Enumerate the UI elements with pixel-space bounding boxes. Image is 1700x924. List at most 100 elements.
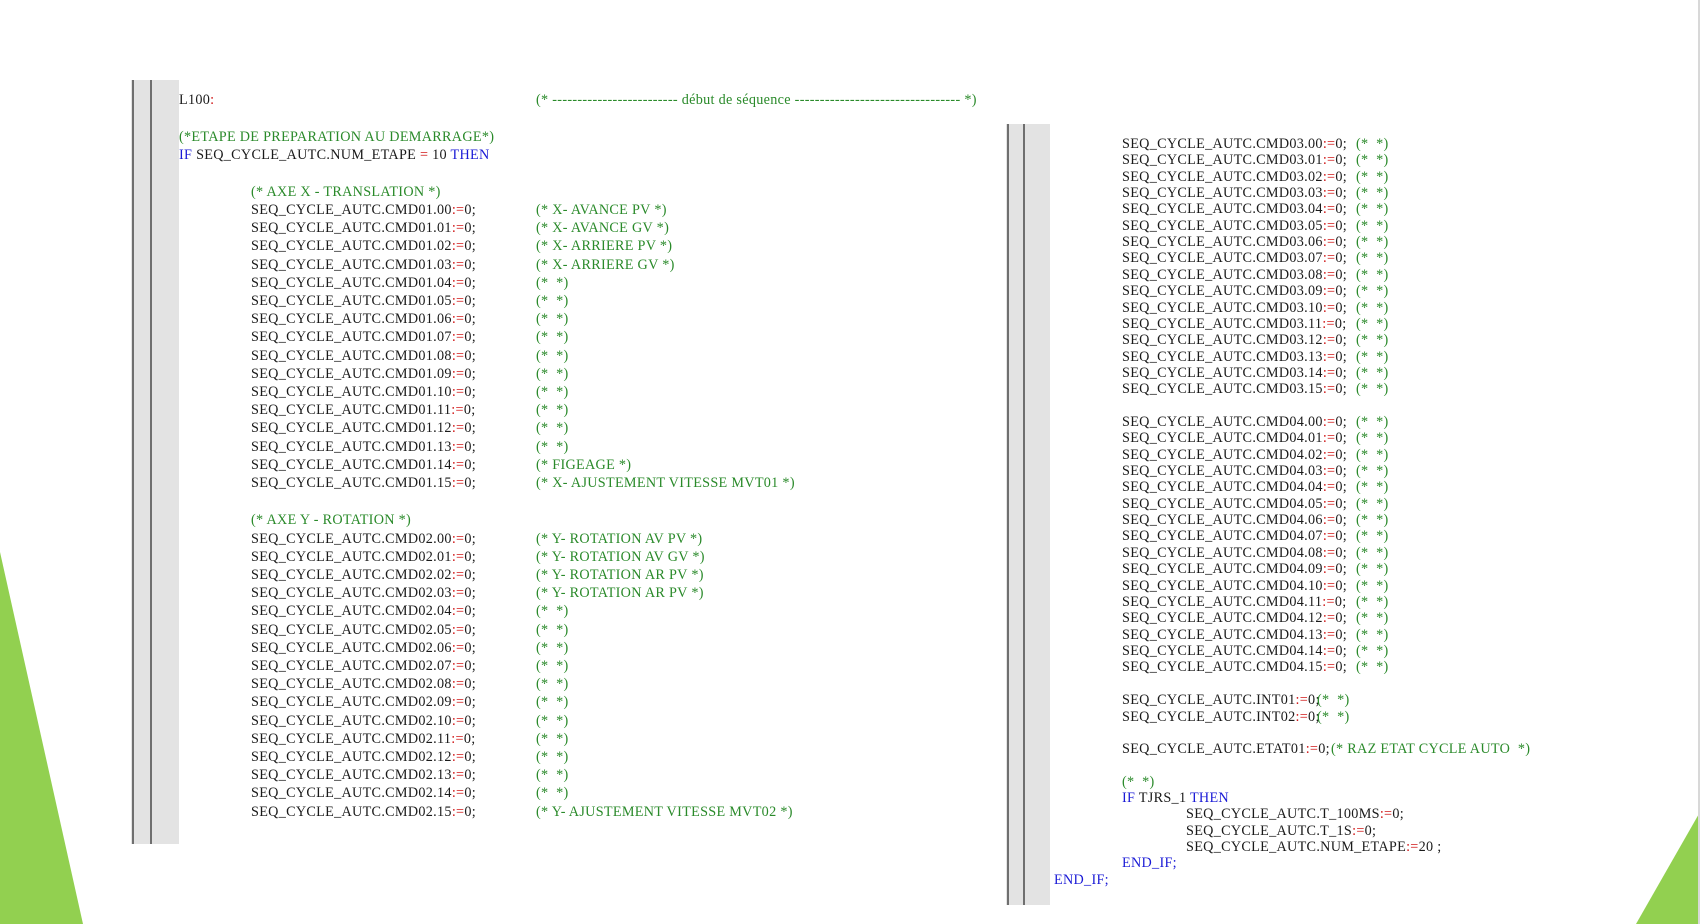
right-code-line[interactable]: SEQ_CYCLE_AUTC.CMD04.03:=0; (* *) — [1122, 463, 1388, 480]
left-code-line[interactable]: SEQ_CYCLE_AUTC.CMD01.10:=0; (* *) — [251, 384, 568, 401]
left-code-line[interactable]: SEQ_CYCLE_AUTC.CMD02.13:=0; (* *) — [251, 767, 568, 784]
comment-token: (* FIGEAGE *) — [536, 457, 632, 473]
right-code-line[interactable]: SEQ_CYCLE_AUTC.CMD03.04:=0; (* *) — [1122, 201, 1388, 218]
right-code-line[interactable]: SEQ_CYCLE_AUTC.CMD04.05:=0; (* *) — [1122, 496, 1388, 513]
right-code-line[interactable]: SEQ_CYCLE_AUTC.CMD03.09:=0; (* *) — [1122, 283, 1388, 300]
right-code-line[interactable]: SEQ_CYCLE_AUTC.CMD03.07:=0; (* *) — [1122, 250, 1388, 267]
left-code-line[interactable]: SEQ_CYCLE_AUTC.CMD02.03:=0; (* Y- ROTATIO… — [251, 585, 703, 602]
right-code-line[interactable]: SEQ_CYCLE_AUTC.CMD04.10:=0; (* *) — [1122, 578, 1388, 595]
left-code-line[interactable]: SEQ_CYCLE_AUTC.CMD01.12:=0; (* *) — [251, 420, 568, 437]
left-code-line[interactable]: SEQ_CYCLE_AUTC.CMD01.08:=0; (* *) — [251, 348, 568, 365]
left-code-line[interactable]: SEQ_CYCLE_AUTC.CMD01.11:=0; (* *) — [251, 402, 568, 419]
right-code-line[interactable]: SEQ_CYCLE_AUTC.CMD04.06:=0; (* *) — [1122, 512, 1388, 529]
left-code-line[interactable]: SEQ_CYCLE_AUTC.CMD02.09:=0; (* *) — [251, 694, 568, 711]
comment-token: (* *) — [1356, 528, 1389, 544]
left-code-line[interactable]: SEQ_CYCLE_AUTC.CMD02.07:=0; (* *) — [251, 658, 568, 675]
right-code-line[interactable]: SEQ_CYCLE_AUTC.CMD03.12:=0; (* *) — [1122, 332, 1388, 349]
right-code-line[interactable]: SEQ_CYCLE_AUTC.CMD04.11:=0; (* *) — [1122, 594, 1388, 611]
left-code-line[interactable]: SEQ_CYCLE_AUTC.CMD02.11:=0; (* *) — [251, 731, 568, 748]
left-code-line[interactable]: SEQ_CYCLE_AUTC.CMD01.03:=0; (* X- ARRIERE… — [251, 257, 674, 274]
right-code-line[interactable]: SEQ_CYCLE_AUTC.CMD03.00:=0; (* *) — [1122, 136, 1388, 153]
left-code-line[interactable]: SEQ_CYCLE_AUTC.CMD02.12:=0; (* *) — [251, 749, 568, 766]
left-code-line[interactable]: SEQ_CYCLE_AUTC.CMD02.04:=0; (* *) — [251, 603, 568, 620]
left-code-line[interactable]: SEQ_CYCLE_AUTC.CMD02.08:=0; (* *) — [251, 676, 568, 693]
right-code-line[interactable]: SEQ_CYCLE_AUTC.INT02:=0; (* *) — [1122, 709, 1349, 726]
right-code-line[interactable]: SEQ_CYCLE_AUTC.INT01:=0; (* *) — [1122, 692, 1349, 709]
right-code-line[interactable]: (* *) — [1122, 774, 1155, 791]
right-code-line[interactable]: SEQ_CYCLE_AUTC.CMD04.04:=0; (* *) — [1122, 479, 1388, 496]
comment-token: (*ETAPE DE PREPARATION AU DEMARRAGE*) — [179, 129, 495, 145]
left-code-panel[interactable]: L100: (* ------------------------- début … — [131, 80, 991, 844]
right-code-line[interactable]: SEQ_CYCLE_AUTC.CMD04.13:=0; (* *) — [1122, 627, 1388, 644]
left-code-line[interactable]: SEQ_CYCLE_AUTC.CMD01.06:=0; (* *) — [251, 311, 568, 328]
left-code-line[interactable]: L100: (* ------------------------- début … — [179, 92, 976, 109]
left-code-line[interactable]: SEQ_CYCLE_AUTC.CMD01.07:=0; (* *) — [251, 329, 568, 346]
code-token: 0; — [1335, 512, 1347, 528]
right-code-line[interactable]: SEQ_CYCLE_AUTC.NUM_ETAPE:=20 ; — [1186, 839, 1442, 856]
code-token: SEQ_CYCLE_AUTC.CMD04.04 — [1122, 479, 1323, 495]
right-code-line[interactable]: SEQ_CYCLE_AUTC.CMD04.01:=0; (* *) — [1122, 430, 1388, 447]
comment-token: (* *) — [1356, 201, 1389, 217]
right-code-line[interactable]: SEQ_CYCLE_AUTC.CMD04.08:=0; (* *) — [1122, 545, 1388, 562]
right-code-line[interactable]: SEQ_CYCLE_AUTC.CMD04.09:=0; (* *) — [1122, 561, 1388, 578]
operator-token: := — [1322, 169, 1336, 185]
left-code-editor[interactable]: L100: (* ------------------------- début … — [131, 80, 991, 844]
right-code-line[interactable]: SEQ_CYCLE_AUTC.CMD03.08:=0; (* *) — [1122, 267, 1388, 284]
operator-token: := — [451, 257, 465, 273]
right-code-line[interactable]: SEQ_CYCLE_AUTC.CMD04.12:=0; (* *) — [1122, 610, 1388, 627]
left-code-line[interactable]: SEQ_CYCLE_AUTC.CMD02.05:=0; (* *) — [251, 622, 568, 639]
right-code-line[interactable]: IF TJRS_1 THEN — [1122, 790, 1229, 807]
left-code-line[interactable]: SEQ_CYCLE_AUTC.CMD02.10:=0; (* *) — [251, 713, 568, 730]
right-code-line[interactable]: SEQ_CYCLE_AUTC.CMD04.00:=0; (* *) — [1122, 414, 1388, 431]
left-code-line[interactable]: SEQ_CYCLE_AUTC.CMD02.01:=0; (* Y- ROTATIO… — [251, 549, 704, 566]
right-code-line[interactable]: SEQ_CYCLE_AUTC.CMD04.02:=0; (* *) — [1122, 447, 1388, 464]
left-code-line[interactable]: (*ETAPE DE PREPARATION AU DEMARRAGE*) — [179, 129, 494, 146]
left-code-line[interactable]: SEQ_CYCLE_AUTC.CMD01.05:=0; (* *) — [251, 293, 568, 310]
right-code-line[interactable]: END_IF; — [1122, 855, 1177, 872]
right-code-line[interactable]: SEQ_CYCLE_AUTC.CMD04.15:=0; (* *) — [1122, 659, 1388, 676]
left-code-line[interactable]: SEQ_CYCLE_AUTC.CMD01.01:=0; (* X- AVANCE … — [251, 220, 669, 237]
comment-token: (* Y- ROTATION AR PV *) — [536, 585, 704, 601]
right-code-line[interactable]: SEQ_CYCLE_AUTC.T_1S:=0; — [1186, 823, 1376, 840]
right-code-line[interactable]: SEQ_CYCLE_AUTC.CMD03.02:=0; (* *) — [1122, 169, 1388, 186]
left-code-line[interactable]: SEQ_CYCLE_AUTC.CMD02.15:=0; (* Y- AJUSTEM… — [251, 804, 792, 821]
left-code-line[interactable]: (* AXE X - TRANSLATION *) — [251, 184, 441, 201]
left-code-line[interactable]: SEQ_CYCLE_AUTC.CMD01.00:=0; (* X- AVANCE … — [251, 202, 666, 219]
right-code-line[interactable]: SEQ_CYCLE_AUTC.CMD03.15:=0; (* *) — [1122, 381, 1388, 398]
right-code-line[interactable]: SEQ_CYCLE_AUTC.CMD04.07:=0; (* *) — [1122, 528, 1388, 545]
right-code-line[interactable]: SEQ_CYCLE_AUTC.CMD04.14:=0; (* *) — [1122, 643, 1388, 660]
left-code-line[interactable]: SEQ_CYCLE_AUTC.CMD01.02:=0; (* X- ARRIERE… — [251, 238, 672, 255]
left-code-line[interactable]: IF SEQ_CYCLE_AUTC.NUM_ETAPE = 10 THEN — [179, 147, 490, 164]
comment-token: (* *) — [536, 640, 569, 656]
left-code-line[interactable]: SEQ_CYCLE_AUTC.CMD01.04:=0; (* *) — [251, 275, 568, 292]
code-token: SEQ_CYCLE_AUTC.CMD04.14 — [1122, 643, 1323, 659]
right-code-line[interactable]: SEQ_CYCLE_AUTC.CMD03.10:=0; (* *) — [1122, 300, 1388, 317]
comment-token: (* *) — [1356, 234, 1389, 250]
left-code-line[interactable]: SEQ_CYCLE_AUTC.CMD01.13:=0; (* *) — [251, 439, 568, 456]
right-code-line[interactable]: SEQ_CYCLE_AUTC.CMD03.11:=0; (* *) — [1122, 316, 1388, 333]
right-code-line[interactable]: SEQ_CYCLE_AUTC.CMD03.14:=0; (* *) — [1122, 365, 1388, 382]
right-code-line[interactable]: SEQ_CYCLE_AUTC.T_100MS:=0; — [1186, 806, 1404, 823]
comment-token: (* *) — [536, 420, 569, 436]
comment-token: (* *) — [1356, 594, 1389, 610]
left-code-line[interactable]: SEQ_CYCLE_AUTC.CMD02.00:=0; (* Y- ROTATIO… — [251, 531, 702, 548]
right-code-editor[interactable]: SEQ_CYCLE_AUTC.CMD03.00:=0; (* *) SEQ_CYCL… — [1006, 124, 1566, 905]
left-code-line[interactable]: SEQ_CYCLE_AUTC.CMD02.14:=0; (* *) — [251, 785, 568, 802]
right-code-line[interactable]: SEQ_CYCLE_AUTC.CMD03.01:=0; (* *) — [1122, 152, 1388, 169]
right-code-line[interactable]: SEQ_CYCLE_AUTC.CMD03.03:=0; (* *) — [1122, 185, 1388, 202]
right-code-line[interactable]: SEQ_CYCLE_AUTC.CMD03.05:=0; (* *) — [1122, 218, 1388, 235]
comment-token: (* *) — [536, 293, 569, 309]
left-code-line[interactable]: SEQ_CYCLE_AUTC.CMD02.06:=0; (* *) — [251, 640, 568, 657]
left-code-line[interactable]: (* AXE Y - ROTATION *) — [251, 512, 411, 529]
right-code-line[interactable]: END_IF; — [1054, 872, 1109, 889]
left-code-line[interactable]: SEQ_CYCLE_AUTC.CMD02.02:=0; (* Y- ROTATIO… — [251, 567, 703, 584]
right-code-line[interactable]: SEQ_CYCLE_AUTC.CMD03.13:=0; (* *) — [1122, 349, 1388, 366]
right-code-line[interactable]: SEQ_CYCLE_AUTC.ETAT01:=0; (* RAZ ETAT CYC… — [1122, 741, 1530, 758]
left-code-line[interactable]: SEQ_CYCLE_AUTC.CMD01.09:=0; (* *) — [251, 366, 568, 383]
right-code-panel[interactable]: SEQ_CYCLE_AUTC.CMD03.00:=0; (* *) SEQ_CYCL… — [1006, 124, 1566, 905]
comment-token: (* *) — [536, 439, 569, 455]
left-code-line[interactable]: SEQ_CYCLE_AUTC.CMD01.14:=0; (* FIGEAGE *) — [251, 457, 631, 474]
left-code-line[interactable]: SEQ_CYCLE_AUTC.CMD01.15:=0; (* X- AJUSTEM… — [251, 475, 795, 492]
comment-token: (* *) — [536, 348, 569, 364]
right-code-line[interactable]: SEQ_CYCLE_AUTC.CMD03.06:=0; (* *) — [1122, 234, 1388, 251]
